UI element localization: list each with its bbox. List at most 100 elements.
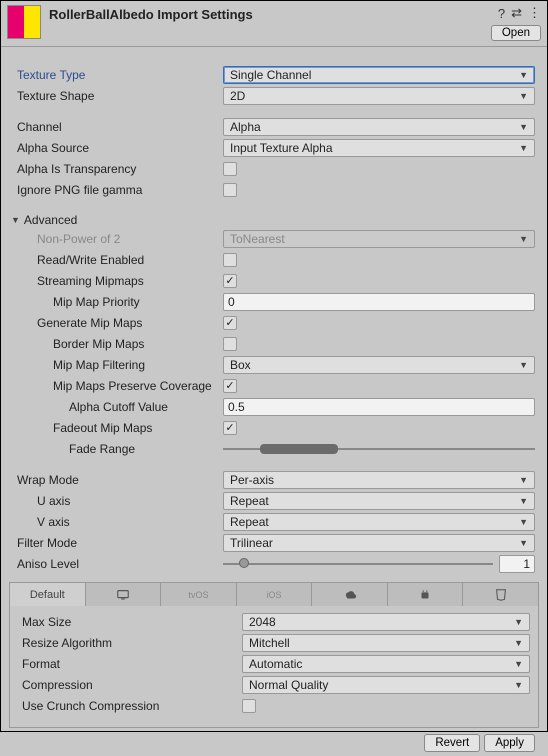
revert-button[interactable]: Revert xyxy=(424,734,480,752)
alpha-cutoff-label: Alpha Cutoff Value xyxy=(9,400,223,414)
resize-algorithm-dropdown[interactable]: Mitchell ▼ xyxy=(242,634,530,652)
v-axis-value: Repeat xyxy=(230,515,269,529)
filter-mode-value: Trilinear xyxy=(230,536,273,550)
compression-value: Normal Quality xyxy=(249,678,328,692)
read-write-checkbox[interactable] xyxy=(223,253,237,267)
advanced-title: Advanced xyxy=(24,213,77,227)
ignore-png-gamma-checkbox[interactable] xyxy=(223,183,237,197)
chevron-down-icon: ▼ xyxy=(519,538,528,548)
platform-tab-default[interactable]: Default xyxy=(10,583,86,606)
fade-range-slider[interactable] xyxy=(223,440,535,458)
compression-label: Compression xyxy=(14,678,242,692)
aniso-level-label: Aniso Level xyxy=(9,557,223,571)
streaming-mipmaps-label: Streaming Mipmaps xyxy=(9,274,223,288)
format-value: Automatic xyxy=(249,657,302,671)
max-size-label: Max Size xyxy=(14,615,242,629)
u-axis-value: Repeat xyxy=(230,494,269,508)
channel-value: Alpha xyxy=(230,120,261,134)
wrap-mode-dropdown[interactable]: Per-axis ▼ xyxy=(223,471,535,489)
border-mip-maps-checkbox[interactable] xyxy=(223,337,237,351)
chevron-down-icon: ▼ xyxy=(519,517,528,527)
chevron-down-icon: ▼ xyxy=(514,638,523,648)
fade-range-handle[interactable] xyxy=(260,444,338,454)
max-size-value: 2048 xyxy=(249,615,276,629)
wrap-mode-label: Wrap Mode xyxy=(9,473,223,487)
alpha-source-dropdown[interactable]: Input Texture Alpha ▼ xyxy=(223,139,535,157)
alpha-cutoff-field[interactable]: 0.5 xyxy=(223,398,535,416)
u-axis-dropdown[interactable]: Repeat ▼ xyxy=(223,492,535,510)
streaming-mipmaps-checkbox[interactable] xyxy=(223,274,237,288)
preset-icon[interactable]: ⇄ xyxy=(511,5,522,21)
chevron-down-icon: ▼ xyxy=(519,234,528,244)
mip-map-filtering-dropdown[interactable]: Box ▼ xyxy=(223,356,535,374)
mip-map-filtering-label: Mip Map Filtering xyxy=(9,358,223,372)
platform-tab-standalone[interactable] xyxy=(86,583,162,606)
aniso-slider-thumb[interactable] xyxy=(239,558,249,568)
texture-type-value: Single Channel xyxy=(230,68,311,82)
format-dropdown[interactable]: Automatic ▼ xyxy=(242,655,530,673)
tvos-icon: tvOS xyxy=(188,590,208,600)
preserve-coverage-checkbox[interactable] xyxy=(223,379,237,393)
help-icon[interactable]: ? xyxy=(498,6,505,21)
ignore-png-gamma-label: Ignore PNG file gamma xyxy=(9,183,223,197)
read-write-label: Read/Write Enabled xyxy=(9,253,223,267)
filter-mode-label: Filter Mode xyxy=(9,536,223,550)
platform-tab-lumin[interactable] xyxy=(312,583,388,606)
aniso-level-slider[interactable] xyxy=(223,555,493,573)
channel-label: Channel xyxy=(9,120,223,134)
filter-mode-dropdown[interactable]: Trilinear ▼ xyxy=(223,534,535,552)
resize-algorithm-value: Mitchell xyxy=(249,636,290,650)
alpha-source-value: Input Texture Alpha xyxy=(230,141,333,155)
texture-shape-dropdown[interactable]: 2D ▼ xyxy=(223,87,535,105)
v-axis-label: V axis xyxy=(9,515,223,529)
compression-dropdown[interactable]: Normal Quality ▼ xyxy=(242,676,530,694)
generate-mip-maps-checkbox[interactable] xyxy=(223,316,237,330)
chevron-down-icon: ▼ xyxy=(519,91,528,101)
platform-tab-android[interactable] xyxy=(388,583,464,606)
non-power-of-2-dropdown: ToNearest ▼ xyxy=(223,230,535,248)
u-axis-label: U axis xyxy=(9,494,223,508)
resize-algorithm-label: Resize Algorithm xyxy=(14,636,242,650)
border-mip-maps-label: Border Mip Maps xyxy=(9,337,223,351)
platform-tab-webgl[interactable] xyxy=(463,583,538,606)
channel-dropdown[interactable]: Alpha ▼ xyxy=(223,118,535,136)
ios-icon: iOS xyxy=(267,590,282,600)
texture-type-label: Texture Type xyxy=(9,68,223,82)
generate-mip-maps-label: Generate Mip Maps xyxy=(9,316,223,330)
open-button[interactable]: Open xyxy=(491,25,541,41)
mip-map-priority-field[interactable]: 0 xyxy=(223,293,535,311)
aniso-level-field[interactable]: 1 xyxy=(499,555,535,573)
texture-shape-value: 2D xyxy=(230,89,245,103)
non-power-of-2-value: ToNearest xyxy=(230,232,285,246)
platform-tabs: Default tvOS iOS xyxy=(9,582,539,606)
asset-thumbnail xyxy=(7,5,41,39)
cloud-icon xyxy=(343,588,357,602)
alpha-source-label: Alpha Source xyxy=(9,141,223,155)
texture-shape-label: Texture Shape xyxy=(9,89,223,103)
android-icon xyxy=(418,588,432,602)
preserve-coverage-label: Mip Maps Preserve Coverage xyxy=(9,379,223,393)
chevron-down-icon: ▼ xyxy=(519,360,528,370)
platform-tab-ios[interactable]: iOS xyxy=(237,583,313,606)
fadeout-mip-maps-label: Fadeout Mip Maps xyxy=(9,421,223,435)
crunch-compression-checkbox[interactable] xyxy=(242,699,256,713)
mip-map-priority-label: Mip Map Priority xyxy=(9,295,223,309)
alpha-is-transparency-checkbox[interactable] xyxy=(223,162,237,176)
window-title: RollerBallAlbedo Import Settings xyxy=(49,5,498,22)
chevron-down-icon: ▼ xyxy=(514,680,523,690)
advanced-foldout[interactable]: ▼ Advanced xyxy=(9,211,539,229)
chevron-down-icon: ▼ xyxy=(514,659,523,669)
platform-tab-tvos[interactable]: tvOS xyxy=(161,583,237,606)
fadeout-mip-maps-checkbox[interactable] xyxy=(223,421,237,435)
context-menu-icon[interactable]: ⋮ xyxy=(528,5,541,21)
max-size-dropdown[interactable]: 2048 ▼ xyxy=(242,613,530,631)
format-label: Format xyxy=(14,657,242,671)
v-axis-dropdown[interactable]: Repeat ▼ xyxy=(223,513,535,531)
alpha-is-transparency-label: Alpha Is Transparency xyxy=(9,162,223,176)
chevron-down-icon: ▼ xyxy=(519,143,528,153)
chevron-down-icon: ▼ xyxy=(519,122,528,132)
texture-type-dropdown[interactable]: Single Channel ▼ xyxy=(223,66,535,84)
chevron-down-icon: ▼ xyxy=(519,70,528,80)
chevron-down-icon: ▼ xyxy=(514,617,523,627)
apply-button[interactable]: Apply xyxy=(484,734,535,752)
